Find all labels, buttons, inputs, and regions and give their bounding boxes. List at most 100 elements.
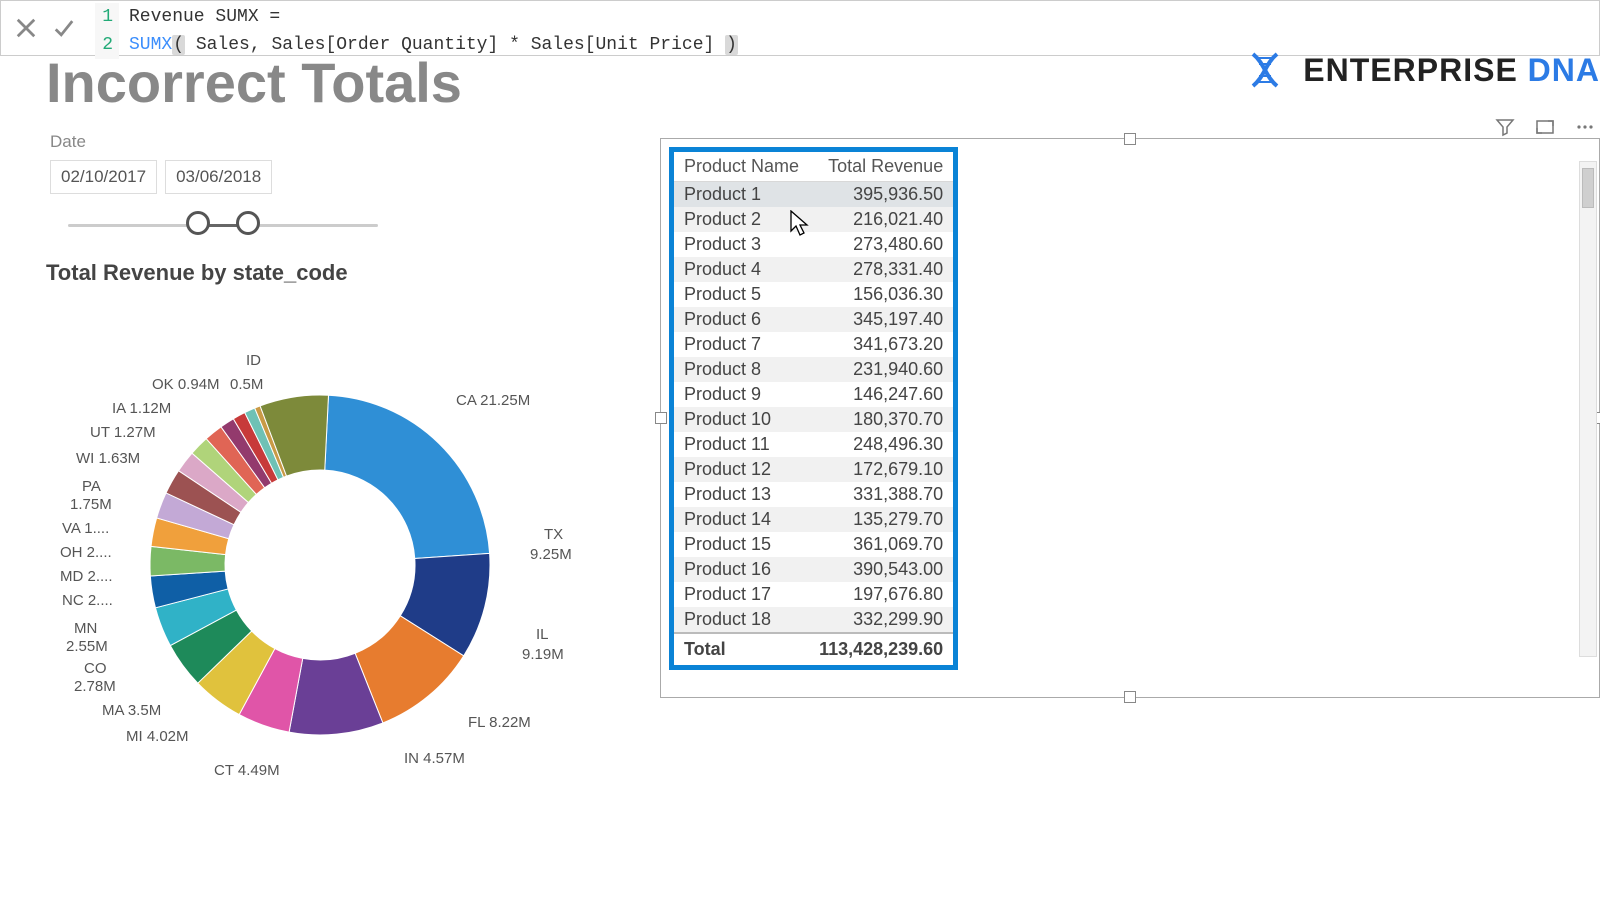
cell-product: Product 14 <box>674 507 809 532</box>
donut-label: 1.75M <box>70 496 112 513</box>
cell-revenue: 390,543.00 <box>809 557 953 582</box>
resize-handle[interactable] <box>1124 691 1136 703</box>
table-row[interactable]: Product 18332,299.90 <box>674 607 953 633</box>
cell-revenue: 216,021.40 <box>809 207 953 232</box>
donut-label: 2.55M <box>66 638 108 655</box>
donut-label: IN 4.57M <box>404 750 465 767</box>
cell-product: Product 16 <box>674 557 809 582</box>
table-row[interactable]: Product 11248,496.30 <box>674 432 953 457</box>
cell-product: Product 2 <box>674 207 809 232</box>
table-row[interactable]: Product 4278,331.40 <box>674 257 953 282</box>
slider-handle-end[interactable] <box>236 211 260 235</box>
table-row[interactable]: Product 16390,543.00 <box>674 557 953 582</box>
donut-label: MN <box>74 620 97 637</box>
donut-label: UT 1.27M <box>90 424 156 441</box>
donut-label: FL 8.22M <box>468 714 531 731</box>
donut-label: IL <box>536 626 549 643</box>
cell-revenue: 248,496.30 <box>809 432 953 457</box>
table-row[interactable]: Product 12172,679.10 <box>674 457 953 482</box>
table-row[interactable]: Product 10180,370.70 <box>674 407 953 432</box>
donut-chart-title: Total Revenue by state_code <box>46 260 348 286</box>
donut-label: WI 1.63M <box>76 450 140 467</box>
close-paren: ) <box>725 35 738 55</box>
donut-label: TX <box>544 526 563 543</box>
date-slicer[interactable]: Date 02/10/2017 03/06/2018 <box>50 132 410 240</box>
table-row[interactable]: Product 1395,936.50 <box>674 182 953 208</box>
resize-handle[interactable] <box>655 412 667 424</box>
total-label: Total <box>674 633 809 665</box>
donut-label: OK 0.94M <box>152 376 220 393</box>
donut-chart[interactable]: CA 21.25M TX 9.25M IL 9.19M FL 8.22M IN … <box>60 330 580 800</box>
cell-product: Product 15 <box>674 532 809 557</box>
cell-revenue: 197,676.80 <box>809 582 953 607</box>
table-row[interactable]: Product 17197,676.80 <box>674 582 953 607</box>
cell-revenue: 395,936.50 <box>809 182 953 208</box>
resize-handle[interactable] <box>1124 133 1136 145</box>
donut-slice[interactable] <box>325 395 490 558</box>
donut-label: MA 3.5M <box>102 702 161 719</box>
cell-product: Product 5 <box>674 282 809 307</box>
formula-line-1: Revenue SUMX = <box>129 3 280 31</box>
slicer-caption: Date <box>50 132 410 152</box>
cell-revenue: 135,279.70 <box>809 507 953 532</box>
cell-revenue: 146,247.60 <box>809 382 953 407</box>
more-options-icon[interactable] <box>1575 117 1595 137</box>
cell-product: Product 13 <box>674 482 809 507</box>
table-row[interactable]: Product 2216,021.40 <box>674 207 953 232</box>
dna-icon <box>1245 50 1285 90</box>
donut-label: 0.5M <box>230 376 263 393</box>
donut-label: MI 4.02M <box>126 728 189 745</box>
cell-revenue: 156,036.30 <box>809 282 953 307</box>
cell-product: Product 1 <box>674 182 809 208</box>
donut-label: IA 1.12M <box>112 400 171 417</box>
cell-revenue: 180,370.70 <box>809 407 953 432</box>
donut-label: CA 21.25M <box>456 392 530 409</box>
table-row[interactable]: Product 7341,673.20 <box>674 332 953 357</box>
table-row[interactable]: Product 15361,069.70 <box>674 532 953 557</box>
donut-label: ID <box>246 352 261 369</box>
table-row[interactable]: Product 5156,036.30 <box>674 282 953 307</box>
table-row[interactable]: Product 8231,940.60 <box>674 357 953 382</box>
donut-label: OH 2.... <box>60 544 112 561</box>
table-row[interactable]: Product 3273,480.60 <box>674 232 953 257</box>
table-row[interactable]: Product 13331,388.70 <box>674 482 953 507</box>
formula-cancel-icon[interactable] <box>15 17 37 39</box>
col-header-revenue[interactable]: Total Revenue <box>809 152 953 182</box>
table-row[interactable]: Product 9146,247.60 <box>674 382 953 407</box>
scrollbar[interactable] <box>1579 161 1597 657</box>
total-value: 113,428,239.60 <box>809 633 953 665</box>
formula-accept-icon[interactable] <box>53 17 75 39</box>
focus-mode-icon[interactable] <box>1535 117 1555 137</box>
donut-label: CO <box>84 660 107 677</box>
table-row[interactable]: Product 6345,197.40 <box>674 307 953 332</box>
donut-label: 9.25M <box>530 546 572 563</box>
cell-product: Product 17 <box>674 582 809 607</box>
col-header-product[interactable]: Product Name <box>674 152 809 182</box>
donut-label: MD 2.... <box>60 568 113 585</box>
cell-revenue: 332,299.90 <box>809 607 953 633</box>
date-slider-track[interactable] <box>68 210 378 240</box>
slider-handle-start[interactable] <box>186 211 210 235</box>
donut-label: VA 1.... <box>62 520 109 537</box>
cell-product: Product 18 <box>674 607 809 633</box>
cell-product: Product 9 <box>674 382 809 407</box>
cell-revenue: 231,940.60 <box>809 357 953 382</box>
table-row[interactable]: Product 14135,279.70 <box>674 507 953 532</box>
date-to-input[interactable]: 03/06/2018 <box>165 160 272 194</box>
donut-label: PA <box>82 478 101 495</box>
cell-product: Product 7 <box>674 332 809 357</box>
cell-revenue: 278,331.40 <box>809 257 953 282</box>
data-table[interactable]: Product Name Total Revenue Product 1395,… <box>669 147 958 670</box>
scrollbar-thumb[interactable] <box>1582 168 1594 208</box>
cell-revenue: 341,673.20 <box>809 332 953 357</box>
cell-product: Product 4 <box>674 257 809 282</box>
donut-label: NC 2.... <box>62 592 113 609</box>
donut-label: 2.78M <box>74 678 116 695</box>
line-number: 1 <box>95 3 119 31</box>
brand-text-2: DNA <box>1528 52 1600 88</box>
table-visual-container[interactable]: Product Name Total Revenue Product 1395,… <box>660 138 1600 698</box>
cell-product: Product 12 <box>674 457 809 482</box>
date-from-input[interactable]: 02/10/2017 <box>50 160 157 194</box>
cell-product: Product 8 <box>674 357 809 382</box>
filter-icon[interactable] <box>1495 117 1515 137</box>
